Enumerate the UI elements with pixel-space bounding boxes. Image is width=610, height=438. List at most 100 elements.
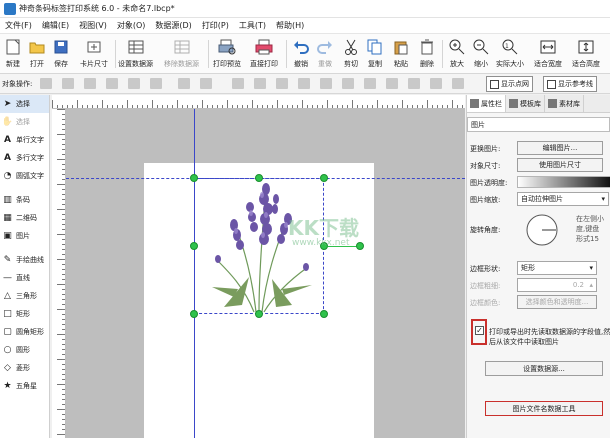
menu-view[interactable]: 视图(V) [74, 20, 112, 31]
align-center-icon[interactable] [62, 78, 74, 89]
set-datasource-panel-button[interactable]: 设置数据源... [485, 361, 603, 376]
distribute-v-icon[interactable] [254, 78, 266, 89]
delete-button[interactable]: 删除 [416, 37, 438, 72]
rotate-icon[interactable] [386, 78, 398, 89]
rotate-handle[interactable] [356, 242, 364, 250]
tool-circle[interactable]: ○ 圆形 [0, 341, 49, 359]
fit-width-button[interactable]: 适合宽度 [534, 37, 562, 72]
new-button[interactable]: 新建 [2, 37, 24, 72]
read-datasource-checkbox[interactable]: ✓ [475, 326, 484, 335]
ruler-tick [57, 434, 65, 435]
ruler-tick [422, 105, 423, 108]
tool-image[interactable]: ▣ 图片 [0, 227, 49, 245]
tool-arc-text[interactable]: ◔ 圆弧文字 [0, 167, 49, 185]
align-right-icon[interactable] [84, 78, 96, 89]
group-icon[interactable] [342, 78, 354, 89]
ruler-tick [117, 105, 118, 108]
fit-height-button[interactable]: 适合高度 [572, 37, 600, 72]
show-reference-toggle[interactable]: 显示参考线 [543, 76, 597, 92]
menu-datasource[interactable]: 数据源(D) [150, 20, 196, 31]
tab-materials[interactable]: 素材库 [545, 95, 584, 112]
tool-rectangle[interactable]: □ 矩形 [0, 305, 49, 323]
direct-print-button[interactable]: 直接打印 [250, 37, 278, 72]
tab-properties[interactable]: 属性栏 [467, 95, 506, 112]
align-left-icon[interactable] [40, 78, 52, 89]
actual-size-button[interactable]: 1 实际大小 [496, 37, 524, 72]
border-shape-select[interactable]: 矩形 ▾ [517, 261, 597, 275]
ruler-tick [292, 105, 293, 108]
tool-label: 二维码 [16, 214, 37, 222]
menu-print[interactable]: 打印(P) [197, 20, 234, 31]
redo-button[interactable]: 重做 [314, 37, 336, 72]
distribute-h-icon[interactable] [232, 78, 244, 89]
send-back-icon[interactable] [298, 78, 310, 89]
flip-icon[interactable] [408, 78, 420, 89]
zoom-out-button[interactable]: 缩小 [470, 37, 492, 72]
same-height-icon[interactable] [200, 78, 212, 89]
resize-handle-left[interactable] [190, 242, 198, 250]
card-size-button[interactable]: 卡片尺寸 [80, 37, 108, 72]
ruler-tick [62, 424, 65, 425]
resize-handle-top-right[interactable] [320, 174, 328, 182]
align-top-icon[interactable] [106, 78, 118, 89]
layer-icon[interactable] [430, 78, 442, 89]
align-bottom-icon[interactable] [150, 78, 162, 89]
image-filename-tool-button[interactable]: 图片文件名数据工具 [485, 401, 603, 416]
design-canvas[interactable]: KK下载 www.kkx.net [66, 109, 465, 438]
menu-tools[interactable]: 工具(T) [234, 20, 271, 31]
open-button[interactable]: 打开 [26, 37, 48, 72]
same-width-icon[interactable] [178, 78, 190, 89]
border-width-input[interactable]: 0.2 ▴ [517, 278, 597, 292]
cut-button[interactable]: 剪切 [340, 37, 362, 72]
tool-diamond[interactable]: ◇ 菱形 [0, 359, 49, 377]
lock-icon[interactable] [320, 78, 332, 89]
tool-line[interactable]: — 直线 [0, 269, 49, 287]
tool-single-line-text[interactable]: A 单行文字 [0, 131, 49, 149]
size-icon[interactable] [452, 78, 464, 89]
edit-image-button[interactable]: 编辑图片... [517, 141, 603, 155]
tool-freehand[interactable]: ✎ 手绘曲线 [0, 251, 49, 269]
paste-button[interactable]: 粘贴 [390, 37, 412, 72]
menu-object[interactable]: 对象(O) [112, 20, 151, 31]
use-image-size-button[interactable]: 使用图片尺寸 [517, 158, 603, 172]
ruler-tick [162, 105, 163, 108]
set-datasource-button[interactable]: 设置数据源 [118, 37, 153, 72]
choose-color-button[interactable]: 选择颜色和透明度... [517, 295, 597, 309]
show-grid-toggle[interactable]: 显示点网 [486, 76, 533, 92]
tool-rounded-rectangle[interactable]: ▢ 圆角矩形 [0, 323, 49, 341]
ruler-tick [367, 105, 368, 108]
menu-file[interactable]: 文件(F) [0, 20, 37, 31]
tab-templates[interactable]: 模板库 [506, 95, 545, 112]
ruler-tick [212, 105, 213, 108]
resize-handle-bottom-right[interactable] [320, 310, 328, 318]
tool-select-alt[interactable]: ✋ 选择 [0, 113, 49, 131]
resize-handle-top-left[interactable] [190, 174, 198, 182]
tool-triangle[interactable]: △ 三角形 [0, 287, 49, 305]
object-size-label: 对象尺寸: [470, 162, 501, 170]
align-middle-icon[interactable] [128, 78, 140, 89]
menu-edit[interactable]: 编辑(E) [37, 20, 74, 31]
resize-handle-top[interactable] [255, 174, 263, 182]
resize-handle-bottom-left[interactable] [190, 310, 198, 318]
remove-datasource-button[interactable]: 移除数据源 [164, 37, 199, 72]
ruler-tick [462, 105, 463, 108]
bring-front-icon[interactable] [276, 78, 288, 89]
tool-barcode[interactable]: ▥ 条码 [0, 191, 49, 209]
ruler-tick [57, 409, 65, 410]
undo-button[interactable]: 撤销 [290, 37, 312, 72]
print-preview-button[interactable]: 打印预览 [213, 37, 241, 72]
rotate-dial[interactable] [525, 213, 559, 247]
opacity-slider[interactable] [517, 176, 610, 188]
scale-select[interactable]: 自动拉伸图片 ▾ [517, 192, 609, 206]
tool-select[interactable]: ➤ 选择 [0, 95, 49, 113]
new-label: 新建 [6, 60, 20, 68]
tool-qrcode[interactable]: ▦ 二维码 [0, 209, 49, 227]
tool-multi-line-text[interactable]: A 多行文字 [0, 149, 49, 167]
copy-button[interactable]: 复制 [364, 37, 386, 72]
save-button[interactable]: 保存 [50, 37, 72, 72]
ungroup-icon[interactable] [364, 78, 376, 89]
zoom-in-button[interactable]: 放大 [446, 37, 468, 72]
menu-help[interactable]: 帮助(H) [271, 20, 309, 31]
resize-handle-bottom[interactable] [255, 310, 263, 318]
tool-star[interactable]: ★ 五角星 [0, 377, 49, 395]
